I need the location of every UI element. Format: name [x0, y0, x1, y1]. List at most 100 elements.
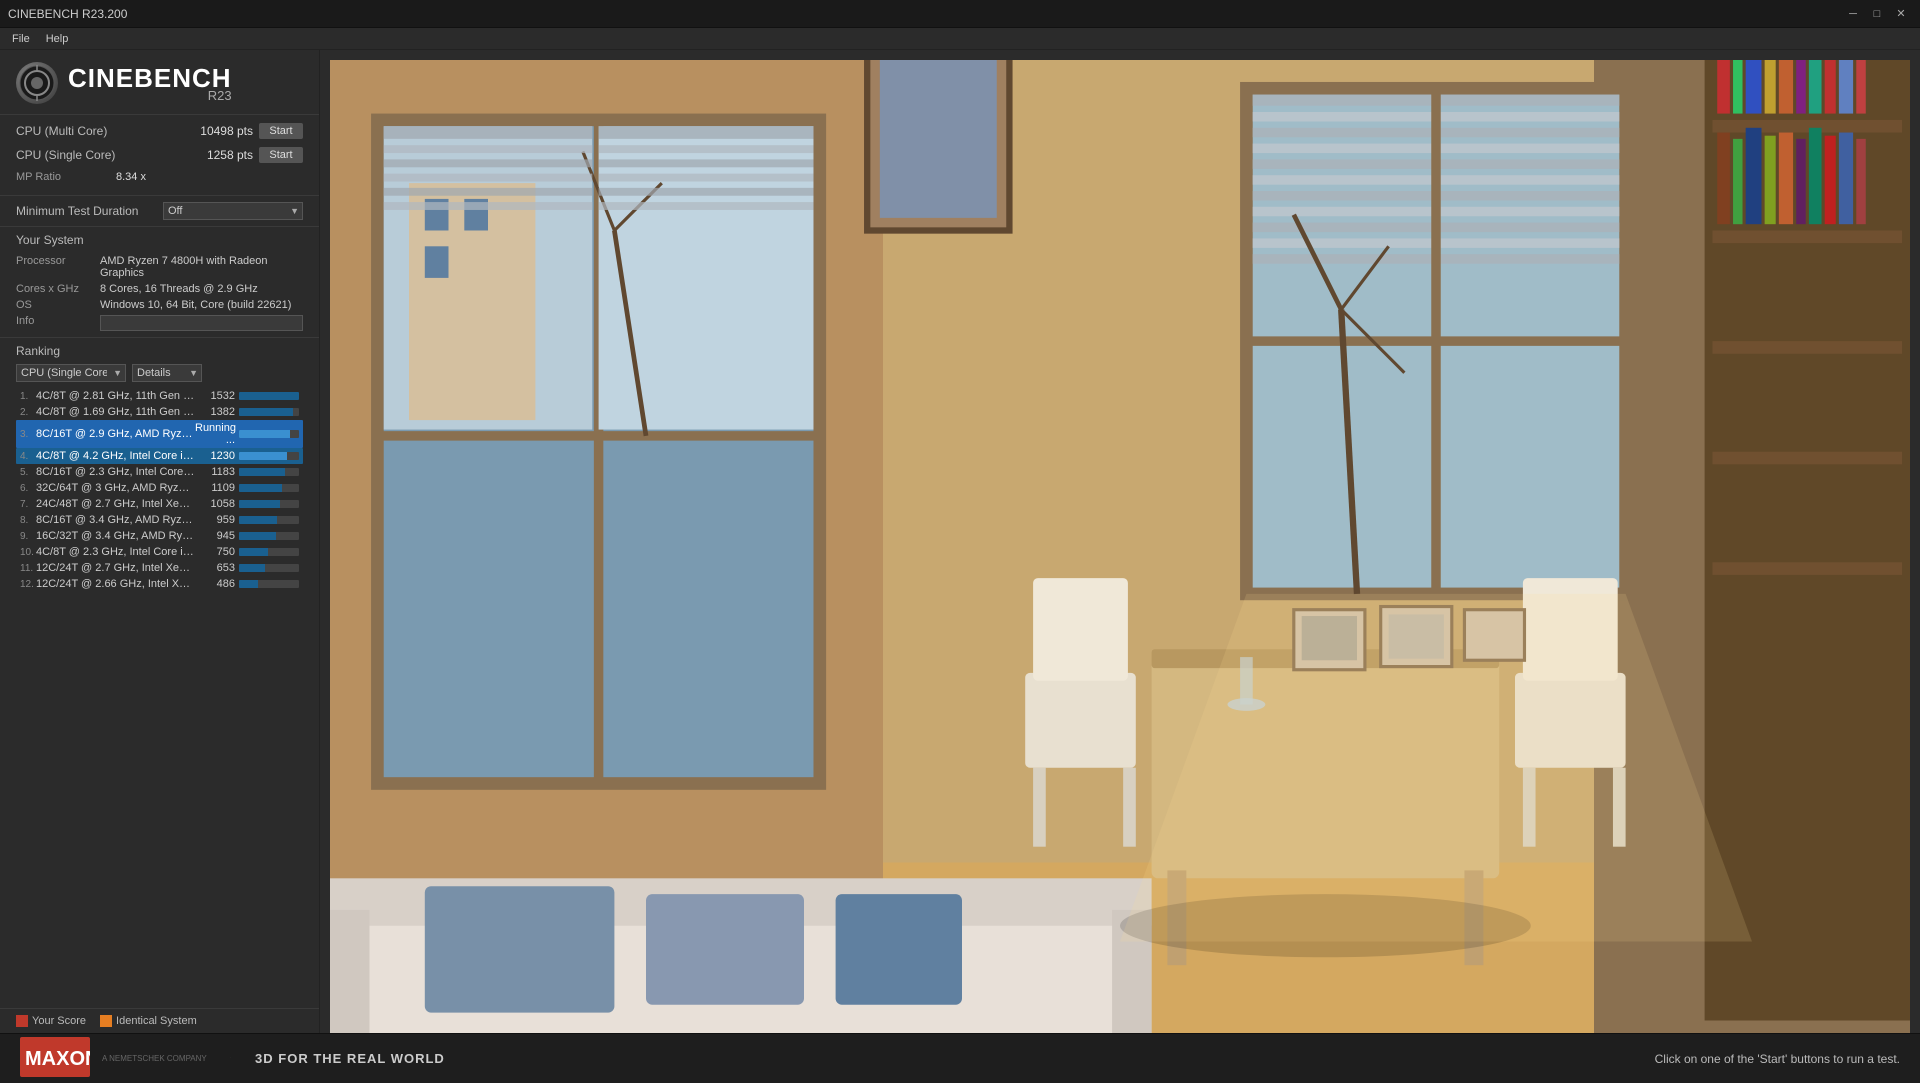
singlecore-start-button[interactable]: Start: [259, 147, 303, 163]
rank-list-item[interactable]: 6. 32C/64T @ 3 GHz, AMD Ryzen Threadripp…: [16, 480, 303, 496]
rank-score-value: 1109: [195, 482, 235, 494]
minimize-button[interactable]: ─: [1842, 5, 1864, 23]
os-row: OS Windows 10, 64 Bit, Core (build 22621…: [16, 297, 303, 313]
ranking-header: Ranking: [16, 344, 303, 358]
rank-bar-container: [239, 408, 299, 416]
rank-bar-fill: [239, 580, 258, 588]
rank-list-item[interactable]: 12. 12C/24T @ 2.66 GHz, Intel Xeon CPU X…: [16, 576, 303, 592]
score-section: CPU (Multi Core) 10498 pts Start CPU (Si…: [0, 115, 319, 195]
rank-cpu-name: 8C/16T @ 3.4 GHz, AMD Ryzen 7 1700X Eigh…: [36, 514, 195, 526]
ranking-title: Ranking: [16, 344, 60, 358]
rank-bar-container: [239, 516, 299, 524]
rank-list-item[interactable]: 5. 8C/16T @ 2.3 GHz, Intel Core i9-9880H…: [16, 464, 303, 480]
info-label: Info: [16, 315, 96, 327]
rank-number: 7.: [20, 499, 36, 510]
rank-bar-fill: [239, 548, 268, 556]
your-score-legend: Your Score: [16, 1015, 86, 1027]
rank-number: 9.: [20, 531, 36, 542]
rank-list-item[interactable]: 2. 4C/8T @ 1.69 GHz, 11th Gen Intel Core…: [16, 404, 303, 420]
rank-cpu-name: 8C/16T @ 2.9 GHz, AMD Ryzen 7 4800H with…: [36, 428, 195, 440]
ranking-section: Ranking CPU (Single Core) CPU (Multi Cor…: [0, 338, 319, 1008]
os-value: Windows 10, 64 Bit, Core (build 22621): [100, 299, 303, 311]
rank-number: 1.: [20, 391, 36, 402]
logo-area: CINEBENCH R23: [0, 50, 319, 114]
rank-list-item[interactable]: 1. 4C/8T @ 2.81 GHz, 11th Gen Intel Core…: [16, 388, 303, 404]
min-test-select[interactable]: Off 1 Minute 5 Minutes 10 Minutes 30 Min…: [163, 202, 303, 220]
details-select[interactable]: Details: [132, 364, 202, 382]
rank-list-item[interactable]: 7. 24C/48T @ 2.7 GHz, Intel Xeon W-3265M…: [16, 496, 303, 512]
processor-value: AMD Ryzen 7 4800H with Radeon Graphics: [100, 255, 303, 279]
system-section: Your System Processor AMD Ryzen 7 4800H …: [0, 227, 319, 337]
rank-bar-container: [239, 564, 299, 572]
rank-bar-fill: [239, 430, 290, 438]
maxon-logo-graphic: MAXON: [20, 1037, 90, 1080]
ranking-controls: CPU (Single Core) CPU (Multi Core) ▼ Det…: [16, 364, 303, 382]
bottom-message: Click on one of the 'Start' buttons to r…: [1655, 1052, 1900, 1066]
titlebar-title: CINEBENCH R23.200: [8, 7, 127, 21]
cores-label: Cores x GHz: [16, 283, 96, 295]
svg-text:MAXON: MAXON: [25, 1048, 90, 1070]
rank-list-item[interactable]: 11. 12C/24T @ 2.7 GHz, Intel Xeon CPU E5…: [16, 560, 303, 576]
rank-bar-container: [239, 580, 299, 588]
main-layout: CINEBENCH R23 CPU (Multi Core) 10498 pts…: [0, 50, 1920, 1033]
rank-bar-container: [239, 500, 299, 508]
tagline: 3D FOR THE REAL WORLD: [255, 1051, 445, 1066]
rank-number: 6.: [20, 483, 36, 494]
rank-bar-container: [239, 392, 299, 400]
min-test-select-wrap: Off 1 Minute 5 Minutes 10 Minutes 30 Min…: [163, 202, 303, 220]
rank-number: 12.: [20, 579, 36, 590]
rank-score-value: 1183: [195, 466, 235, 478]
singlecore-row: CPU (Single Core) 1258 pts Start: [16, 143, 303, 167]
legend: Your Score Identical System: [0, 1009, 319, 1033]
rank-score-value: 1532: [195, 390, 235, 402]
cpu-filter-select[interactable]: CPU (Single Core) CPU (Multi Core): [16, 364, 126, 382]
rank-cpu-name: 32C/64T @ 3 GHz, AMD Ryzen Threadripper …: [36, 482, 195, 494]
info-row: Info: [16, 313, 303, 333]
company-sub: A NEMETSCHEK COMPANY: [102, 1053, 207, 1064]
rank-list-item[interactable]: 8. 8C/16T @ 3.4 GHz, AMD Ryzen 7 1700X E…: [16, 512, 303, 528]
min-test-label: Minimum Test Duration: [16, 204, 155, 218]
rank-bar-fill: [239, 500, 280, 508]
close-button[interactable]: ✕: [1890, 5, 1912, 23]
rank-cpu-name: 12C/24T @ 2.7 GHz, Intel Xeon CPU E5-269…: [36, 562, 195, 574]
rank-bar-container: [239, 452, 299, 460]
rank-list-item[interactable]: 3. 8C/16T @ 2.9 GHz, AMD Ryzen 7 4800H w…: [16, 420, 303, 448]
titlebar-controls: ─ □ ✕: [1842, 5, 1912, 23]
rank-bar-fill: [239, 392, 299, 400]
rank-bar-container: [239, 548, 299, 556]
rank-list: 1. 4C/8T @ 2.81 GHz, 11th Gen Intel Core…: [16, 388, 303, 1004]
your-score-label: Your Score: [32, 1015, 86, 1027]
room-render: www.renderbaron.de: [330, 60, 1910, 1033]
rank-bar-container: [239, 430, 299, 438]
menu-file[interactable]: File: [6, 31, 36, 47]
maximize-button[interactable]: □: [1866, 5, 1888, 23]
system-section-title: Your System: [16, 233, 303, 247]
rank-score-value: 750: [195, 546, 235, 558]
maxon-logo-area: MAXON A NEMETSCHEK COMPANY | 3D FOR THE …: [20, 1037, 445, 1080]
menu-help[interactable]: Help: [40, 31, 75, 47]
rank-list-item[interactable]: 9. 16C/32T @ 3.4 GHz, AMD Ryzen Threadri…: [16, 528, 303, 544]
rank-number: 4.: [20, 451, 36, 462]
multicore-controls: 10498 pts Start: [193, 123, 303, 139]
app-icon: [16, 62, 58, 104]
identical-system-label: Identical System: [116, 1015, 197, 1027]
info-input[interactable]: [100, 315, 303, 331]
singlecore-label: CPU (Single Core): [16, 148, 115, 162]
rank-cpu-name: 24C/48T @ 2.7 GHz, Intel Xeon W-3265M CP…: [36, 498, 195, 510]
rank-list-item[interactable]: 10. 4C/8T @ 2.3 GHz, Intel Core i7-4850H…: [16, 544, 303, 560]
mp-value: 8.34 x: [116, 171, 146, 183]
cores-value: 8 Cores, 16 Threads @ 2.9 GHz: [100, 283, 303, 295]
os-label: OS: [16, 299, 96, 311]
logo-sub-text: R23: [68, 89, 232, 102]
cores-row: Cores x GHz 8 Cores, 16 Threads @ 2.9 GH…: [16, 281, 303, 297]
rank-number: 8.: [20, 515, 36, 526]
multicore-label: CPU (Multi Core): [16, 124, 107, 138]
rank-list-item[interactable]: 4. 4C/8T @ 4.2 GHz, Intel Core i7-7700K …: [16, 448, 303, 464]
cpu-filter-wrap: CPU (Single Core) CPU (Multi Core) ▼: [16, 364, 126, 382]
rank-cpu-name: 12C/24T @ 2.66 GHz, Intel Xeon CPU X5650: [36, 578, 195, 590]
multicore-value: 10498 pts: [193, 124, 253, 138]
rank-score-value: 1058: [195, 498, 235, 510]
multicore-start-button[interactable]: Start: [259, 123, 303, 139]
rank-score-value: 1382: [195, 406, 235, 418]
rank-bar-fill: [239, 468, 285, 476]
